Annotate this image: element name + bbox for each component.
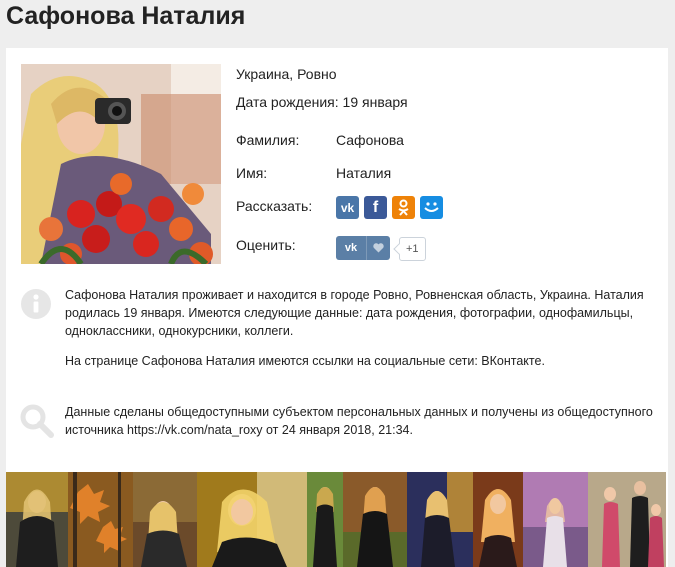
vk-icon: vk — [340, 200, 355, 215]
share-facebook-button[interactable]: f — [364, 196, 387, 219]
location: Украина, Ровно — [236, 66, 337, 82]
vk-icon: vk — [344, 242, 358, 254]
vk-like-button[interactable]: vk — [336, 236, 390, 260]
description-paragraph-1: Сафонова Наталия проживает и находится в… — [65, 288, 644, 338]
description-paragraph-2: На странице Сафонова Наталия имеются ссы… — [65, 354, 545, 368]
info-icon — [21, 289, 51, 319]
share-label: Рассказать: — [236, 198, 313, 214]
description: Сафонова Наталия проживает и находится в… — [65, 286, 655, 382]
search-icon — [20, 404, 54, 438]
share-odnoklassniki-button[interactable] — [392, 196, 415, 219]
source-note: Данные сделаны общедоступными субъектом … — [65, 403, 655, 451]
facebook-icon: f — [372, 198, 379, 216]
odnoklassniki-icon — [398, 199, 409, 216]
moimir-icon — [424, 202, 439, 212]
gallery-photo[interactable] — [588, 472, 666, 567]
share-vk-button[interactable]: vk — [336, 196, 359, 219]
gallery-photo[interactable] — [523, 472, 588, 567]
gallery-photo[interactable] — [6, 472, 68, 567]
birthday: Дата рождения: 19 января — [236, 94, 408, 110]
profile-card: Украина, Ровно Дата рождения: 19 января … — [6, 48, 668, 567]
gallery-photo[interactable] — [307, 472, 343, 567]
heart-icon — [373, 243, 384, 253]
gallery-photo[interactable] — [407, 472, 473, 567]
profile-photo[interactable] — [21, 64, 221, 264]
rate-label: Оценить: — [236, 237, 296, 253]
surname-label: Фамилия: — [236, 132, 300, 148]
page-title: Сафонова Наталия — [6, 2, 246, 30]
gallery-photo[interactable] — [133, 472, 197, 567]
like-count: +1 — [399, 237, 426, 261]
gallery-photo[interactable] — [68, 472, 133, 567]
source-text: Данные сделаны общедоступными субъектом … — [65, 405, 653, 437]
name-value: Наталия — [336, 165, 392, 181]
surname-value: Сафонова — [336, 132, 404, 148]
share-moimir-button[interactable] — [420, 196, 443, 219]
photo-gallery — [6, 472, 668, 567]
name-label: Имя: — [236, 165, 268, 181]
profile-photo-image — [21, 64, 221, 264]
gallery-photo[interactable] — [473, 472, 523, 567]
gallery-photo[interactable] — [343, 472, 407, 567]
gallery-photo[interactable] — [197, 472, 307, 567]
